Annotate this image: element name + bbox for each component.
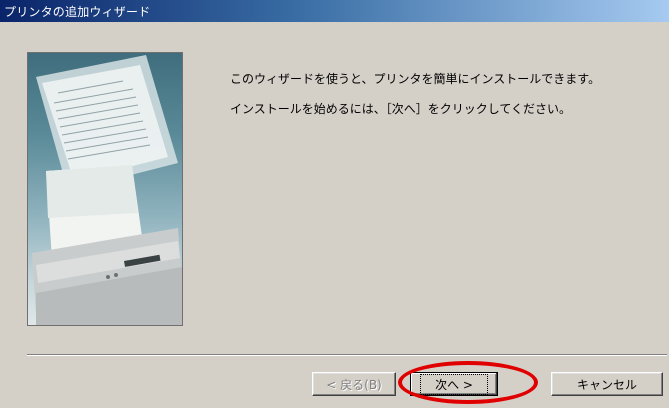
next-button-label: 次へ > <box>420 373 488 395</box>
cancel-button-label: キャンセル <box>576 377 637 392</box>
back-button-label: < 戻る(B) <box>326 377 382 392</box>
back-button[interactable]: < 戻る(B) <box>312 372 396 396</box>
cancel-button[interactable]: キャンセル <box>551 372 663 396</box>
title-bar[interactable]: プリンタの追加ウィザード <box>0 0 669 22</box>
next-button[interactable]: 次へ > <box>410 372 498 396</box>
add-printer-wizard-dialog: プリンタの追加ウィザード このウィザードを使うと、プリンタを簡単にインストールで… <box>0 0 669 408</box>
intro-line-1: このウィザードを使うと、プリンタを簡単にインストールできます。 <box>230 72 601 86</box>
window-title: プリンタの追加ウィザード <box>4 4 151 19</box>
intro-text: このウィザードを使うと、プリンタを簡単にインストールできます。 インストールを始… <box>230 64 600 124</box>
intro-line-2: インストールを始めるには、［次へ］をクリックしてください。 <box>230 102 572 116</box>
button-separator <box>27 354 667 356</box>
printer-illustration <box>27 52 183 326</box>
